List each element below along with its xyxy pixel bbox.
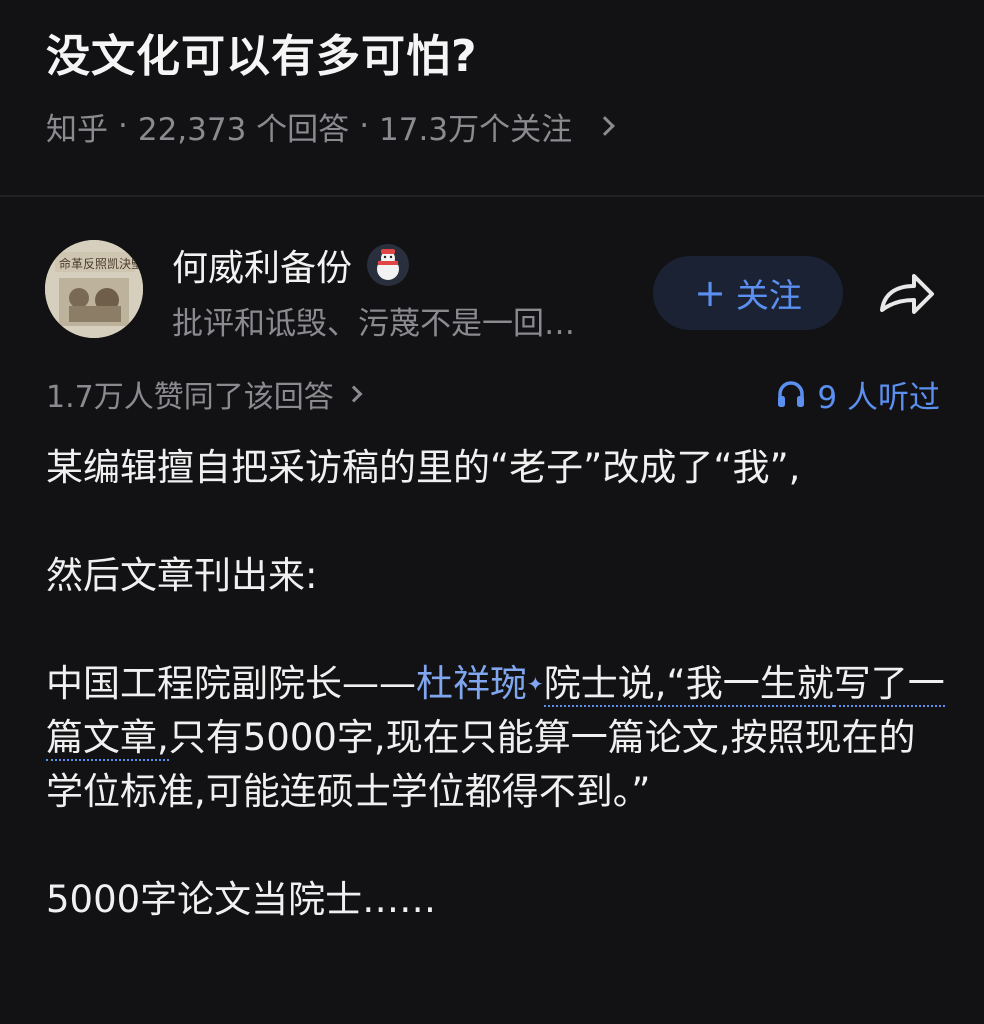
chevron-right-icon <box>345 385 363 403</box>
question-meta[interactable]: 知乎 · 22,373 个回答 · 17.3万个关注 <box>46 104 615 148</box>
approval-count: 1.7万人赞同了该回答 <box>46 380 334 415</box>
listen-count[interactable]: 9 人听过 <box>775 372 940 416</box>
author-name-row[interactable]: 何威利备份 <box>172 240 410 290</box>
paragraph-3-rest: 只有5000字,现在只能算一篇论文,按照现在的学位标准,可能连硕士学位都得不到。… <box>46 716 916 813</box>
plus-icon: + <box>694 271 726 315</box>
question-title[interactable]: 没文化可以有多可怕? <box>46 28 478 86</box>
approval-count-row[interactable]: 1.7万人赞同了该回答 <box>46 372 363 416</box>
sparkle-icon: ✦ <box>527 672 544 696</box>
author-avatar[interactable]: 命革反照凯決堅 <box>45 240 143 338</box>
author-bio: 批评和诋毁、污蔑不是一回… <box>172 306 575 342</box>
listen-count-label: 9 人听过 <box>817 379 940 416</box>
quote-highlight-a[interactable]: 院士说,“我一生就 <box>543 662 834 707</box>
paragraph-2: 然后文章刊出来: <box>46 554 318 597</box>
separator-dot: · <box>359 108 370 144</box>
answer-count: 22,373 个回答 <box>137 111 350 148</box>
follow-button[interactable]: + 关注 <box>653 256 843 330</box>
answer-content: 某编辑擅自把采访稿的里的“老子”改成了“我”, 然后文章刊出来: 中国工程院副院… <box>46 441 946 981</box>
paragraph-3: 中国工程院副院长——杜祥琬✦院士说,“我一生就写了一篇文章,只有5000字,现在… <box>46 657 946 819</box>
follow-label: 关注 <box>735 276 802 315</box>
paragraph-3-prefix: 中国工程院副院长—— <box>46 662 416 705</box>
separator-dot: · <box>118 108 128 144</box>
share-arrow-icon[interactable] <box>874 264 940 324</box>
author-name: 何威利备份 <box>172 248 353 289</box>
source-label: 知乎 <box>46 111 108 148</box>
paragraph-1: 某编辑擅自把采访稿的里的“老子”改成了“我”, <box>46 446 801 489</box>
person-link[interactable]: 杜祥琬 <box>416 662 527 705</box>
paragraph-4: 5000字论文当院士…… <box>46 878 437 921</box>
headphones-icon <box>778 381 805 407</box>
chevron-right-icon <box>595 116 615 136</box>
section-divider <box>0 195 984 197</box>
avatar-lettering: 命革反照凯決堅 <box>59 256 143 271</box>
snowman-badge-icon <box>366 243 410 287</box>
follower-count: 17.3万个关注 <box>379 111 573 148</box>
